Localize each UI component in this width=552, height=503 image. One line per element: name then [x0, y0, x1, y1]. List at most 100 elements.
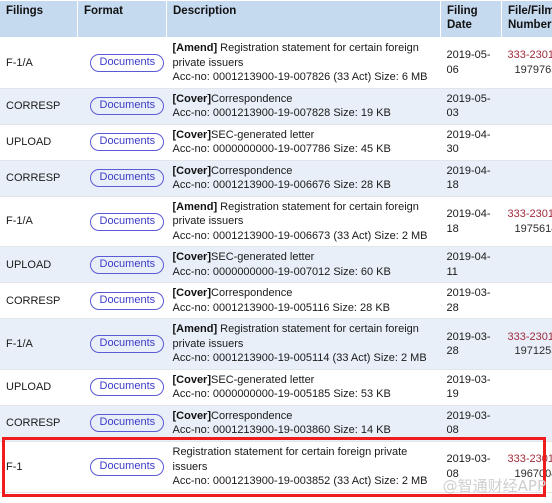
description-tag: [Amend] [172, 323, 218, 336]
cell-filing-type: UPLOAD [0, 246, 78, 284]
description-accession-meta: Acc-no: 0001213900-19-005114 (33 Act) Si… [172, 352, 427, 365]
cell-format: Documents [77, 368, 167, 406]
cell-filing-date: 2019-03-08 [440, 440, 502, 493]
cell-description: [Amend] Registration statement for certa… [166, 318, 441, 370]
file-number-link[interactable]: 333-230170 [508, 48, 552, 63]
film-number-value: 19797655 [514, 63, 552, 76]
cell-description: Registration statement for certain forei… [166, 440, 441, 493]
documents-button[interactable]: Documents [89, 255, 164, 274]
cell-description: [Cover]SEC-generated letter Acc-no: 00000… [166, 246, 441, 284]
documents-button[interactable]: Documents [89, 378, 164, 397]
documents-button[interactable]: Documents [89, 414, 164, 433]
description-accession-meta: Acc-no: 0001213900-19-003860 Size: 14 KB [172, 424, 391, 437]
filings-page: Filings Format Description Filing Date Fi… [0, 0, 552, 503]
film-number-value: 19670049 [514, 467, 552, 480]
description-accession-meta: Acc-no: 0001213900-19-007826 (33 Act) Si… [172, 71, 428, 84]
file-number-link[interactable]: 333-230170 [508, 330, 552, 345]
filing-date-value: 2019-03-08 [446, 453, 491, 480]
documents-button[interactable]: Documents [89, 212, 164, 231]
filing-date-value: 2019-03-19 [446, 373, 491, 401]
file-number-link[interactable]: 333-230170 [508, 452, 552, 467]
column-header-filing-date-line2: Date [447, 18, 472, 31]
description-title: SEC-generated letter [211, 251, 315, 264]
cell-file-film-number: 333-23017019670049 [501, 440, 552, 493]
description-title: SEC-generated letter [211, 128, 315, 141]
documents-button[interactable]: Documents [89, 457, 164, 476]
column-header-filings: Filings [0, 0, 78, 39]
filing-type-label: CORRESP [6, 294, 61, 307]
table-row: CORRESP Documents [Cover]Correspondence Acc… [0, 159, 552, 197]
cell-file-film-number [501, 246, 552, 284]
table-row: CORRESP Documents [Cover]Correspondence Acc… [0, 404, 552, 442]
filing-type-label: CORRESP [6, 171, 61, 184]
cell-filing-type: CORRESP [0, 159, 78, 197]
cell-file-film-number [501, 159, 552, 197]
filing-type-label: CORRESP [6, 99, 61, 112]
documents-button[interactable]: Documents [89, 53, 164, 72]
cell-filing-date: 2019-03-08 [440, 404, 502, 442]
description-accession-meta: Acc-no: 0000000000-19-005185 Size: 53 KB [172, 388, 391, 401]
description-accession-meta: Acc-no: 0001213900-19-006676 Size: 28 KB [172, 179, 391, 192]
film-number-value: 19712531 [514, 345, 552, 358]
cell-description: [Cover]Correspondence Acc-no: 0001213900-… [166, 87, 441, 125]
documents-button[interactable]: Documents [89, 335, 164, 354]
cell-filing-type: F-1/A [0, 318, 78, 370]
table-body: F-1/A Documents [Amend] Registration state… [0, 37, 552, 493]
description-tag: [Cover] [172, 287, 212, 300]
filing-date-value: 2019-04-30 [446, 128, 491, 156]
documents-button[interactable]: Documents [89, 133, 164, 152]
cell-filing-type: CORRESP [0, 404, 78, 442]
description-tag: [Amend] [172, 200, 218, 213]
cell-filing-date: 2019-04-11 [440, 246, 502, 284]
column-header-filing-date-line1: Filing [447, 5, 478, 17]
cell-filing-date: 2019-04-30 [440, 123, 502, 161]
filing-type-label: UPLOAD [6, 258, 52, 271]
column-header-format-label: Format [84, 5, 123, 17]
description-title: Registration statement for certain forei… [172, 445, 408, 473]
description-title: SEC-generated letter [211, 373, 315, 386]
cell-filing-date: 2019-03-28 [440, 318, 502, 370]
table-header: Filings Format Description Filing Date Fi… [0, 0, 552, 39]
cell-file-film-number [501, 87, 552, 125]
description-tag: [Cover] [172, 92, 212, 105]
cell-file-film-number [501, 368, 552, 406]
description-tag: [Cover] [172, 164, 212, 177]
cell-format: Documents [77, 123, 167, 161]
documents-button[interactable]: Documents [89, 169, 164, 188]
description-title: Correspondence [211, 92, 293, 105]
cell-filing-type: F-1/A [0, 195, 78, 248]
cell-format: Documents [77, 440, 167, 493]
column-header-file-film-number: File/Film Number [501, 0, 552, 39]
documents-button[interactable]: Documents [89, 97, 164, 116]
description-accession-meta: Acc-no: 0001213900-19-003852 (33 Act) Si… [172, 475, 428, 488]
cell-filing-type: UPLOAD [0, 123, 78, 161]
cell-format: Documents [77, 195, 167, 248]
description-tag: [Cover] [172, 251, 212, 264]
file-number-link[interactable]: 333-230170 [508, 207, 552, 222]
description-tag: [Cover] [172, 373, 212, 386]
cell-filing-type: UPLOAD [0, 368, 78, 406]
cell-description: [Cover]Correspondence Acc-no: 0001213900-… [166, 404, 441, 442]
cell-filing-date: 2019-05-06 [440, 37, 502, 89]
filing-type-label: UPLOAD [6, 135, 52, 148]
documents-button[interactable]: Documents [89, 291, 164, 310]
filing-date-value: 2019-03-28 [446, 287, 491, 314]
filing-date-value: 2019-03-08 [446, 409, 491, 437]
table-row: UPLOAD Documents [Cover]SEC-generated lett… [0, 368, 552, 406]
description-title: Correspondence [211, 287, 293, 300]
cell-format: Documents [77, 282, 167, 320]
filing-date-value: 2019-04-18 [446, 164, 491, 192]
cell-description: [Amend] Registration statement for certa… [166, 195, 441, 248]
cell-format: Documents [77, 246, 167, 284]
film-number-value: 19756145 [514, 222, 552, 235]
filing-date-value: 2019-05-03 [446, 92, 491, 120]
description-accession-meta: Acc-no: 0001213900-19-006673 (33 Act) Si… [172, 229, 428, 242]
cell-filing-date: 2019-05-03 [440, 87, 502, 125]
cell-file-film-number: 333-23017019756145 [501, 195, 552, 248]
description-tag: [Cover] [172, 409, 212, 422]
cell-file-film-number [501, 404, 552, 442]
cell-filing-date: 2019-03-28 [440, 282, 502, 320]
description-accession-meta: Acc-no: 0000000000-19-007786 Size: 45 KB [172, 143, 391, 156]
cell-format: Documents [77, 37, 167, 89]
description-accession-meta: Acc-no: 0000000000-19-007012 Size: 60 KB [172, 265, 391, 278]
